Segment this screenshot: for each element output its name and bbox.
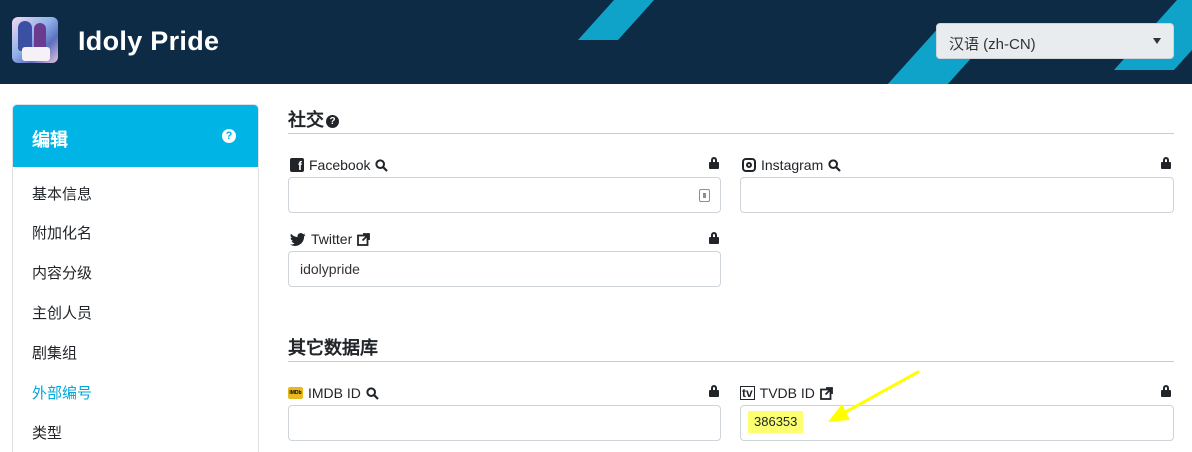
instagram-icon: [742, 158, 756, 172]
tvdb-label: tv TVDB ID: [740, 384, 833, 402]
sidebar-item-external-ids[interactable]: 外部编号: [13, 367, 258, 407]
section-divider: [288, 133, 1174, 134]
facebook-label-text: Facebook: [309, 157, 371, 173]
section-title-social: 社交?: [288, 106, 339, 132]
facebook-icon: f: [290, 158, 304, 173]
sidebar-item-episode-groups[interactable]: 剧集组: [13, 327, 258, 367]
lock-icon[interactable]: [1161, 157, 1171, 169]
sidebar-item-basic-info[interactable]: 基本信息: [13, 167, 258, 207]
sidebar-item-content-ratings[interactable]: 内容分级: [13, 247, 258, 287]
edit-sidebar: 编辑 ? 基本信息 附加化名 内容分级 主创人员 剧集组 外部编号 类型: [12, 104, 259, 452]
imdb-label: IMDb IMDB ID: [288, 384, 379, 402]
sidebar-title: 编辑: [32, 130, 68, 150]
site-header: Idoly Pride 汉语 (zh-CN): [0, 0, 1192, 84]
twitter-field-value: idolypride: [300, 261, 360, 277]
imdb-icon: IMDb: [288, 387, 303, 399]
sidebar-header: 编辑 ?: [13, 105, 258, 167]
site-title[interactable]: Idoly Pride: [78, 26, 219, 57]
tvdb-id-field[interactable]: 386353: [740, 405, 1174, 441]
search-icon[interactable]: [366, 386, 379, 400]
facebook-field[interactable]: [288, 177, 721, 213]
help-icon[interactable]: ?: [222, 129, 236, 143]
section-title-social-text: 社交: [288, 110, 324, 130]
external-link-icon[interactable]: [357, 232, 371, 246]
imdb-label-text: IMDB ID: [308, 385, 361, 401]
language-select[interactable]: 汉语 (zh-CN): [936, 23, 1174, 59]
site-logo[interactable]: [12, 17, 58, 63]
help-icon[interactable]: ?: [326, 115, 339, 128]
instagram-label: Instagram: [742, 156, 842, 174]
lock-icon[interactable]: [709, 157, 719, 169]
contact-card-icon: [699, 189, 710, 202]
instagram-label-text: Instagram: [761, 157, 824, 173]
tvdb-icon: tv: [740, 386, 755, 400]
chevron-down-icon: [1153, 38, 1161, 44]
lock-icon[interactable]: [709, 385, 719, 397]
facebook-label: f Facebook: [290, 156, 389, 174]
sidebar-item-alternative-titles[interactable]: 附加化名: [13, 207, 258, 247]
twitter-label: Twitter: [290, 230, 371, 248]
tvdb-id-value: 386353: [748, 411, 804, 433]
twitter-icon: [290, 232, 306, 246]
sidebar-item-genres[interactable]: 类型: [13, 407, 258, 447]
lock-icon[interactable]: [1161, 385, 1171, 397]
sidebar-item-creators[interactable]: 主创人员: [13, 287, 258, 327]
twitter-label-text: Twitter: [311, 231, 353, 247]
header-decoration-stripe: [577, 0, 673, 40]
section-divider: [288, 361, 1174, 362]
imdb-id-field[interactable]: [288, 405, 721, 441]
tvdb-label-text: TVDB ID: [759, 385, 815, 401]
search-icon[interactable]: [375, 158, 389, 172]
instagram-field[interactable]: [740, 177, 1174, 213]
twitter-field[interactable]: idolypride: [288, 251, 721, 287]
search-icon[interactable]: [828, 158, 842, 172]
annotation-arrow: [828, 370, 920, 422]
section-title-other-databases: 其它数据库: [288, 338, 378, 358]
lock-icon[interactable]: [709, 232, 719, 244]
language-select-value: 汉语 (zh-CN): [949, 36, 1036, 53]
